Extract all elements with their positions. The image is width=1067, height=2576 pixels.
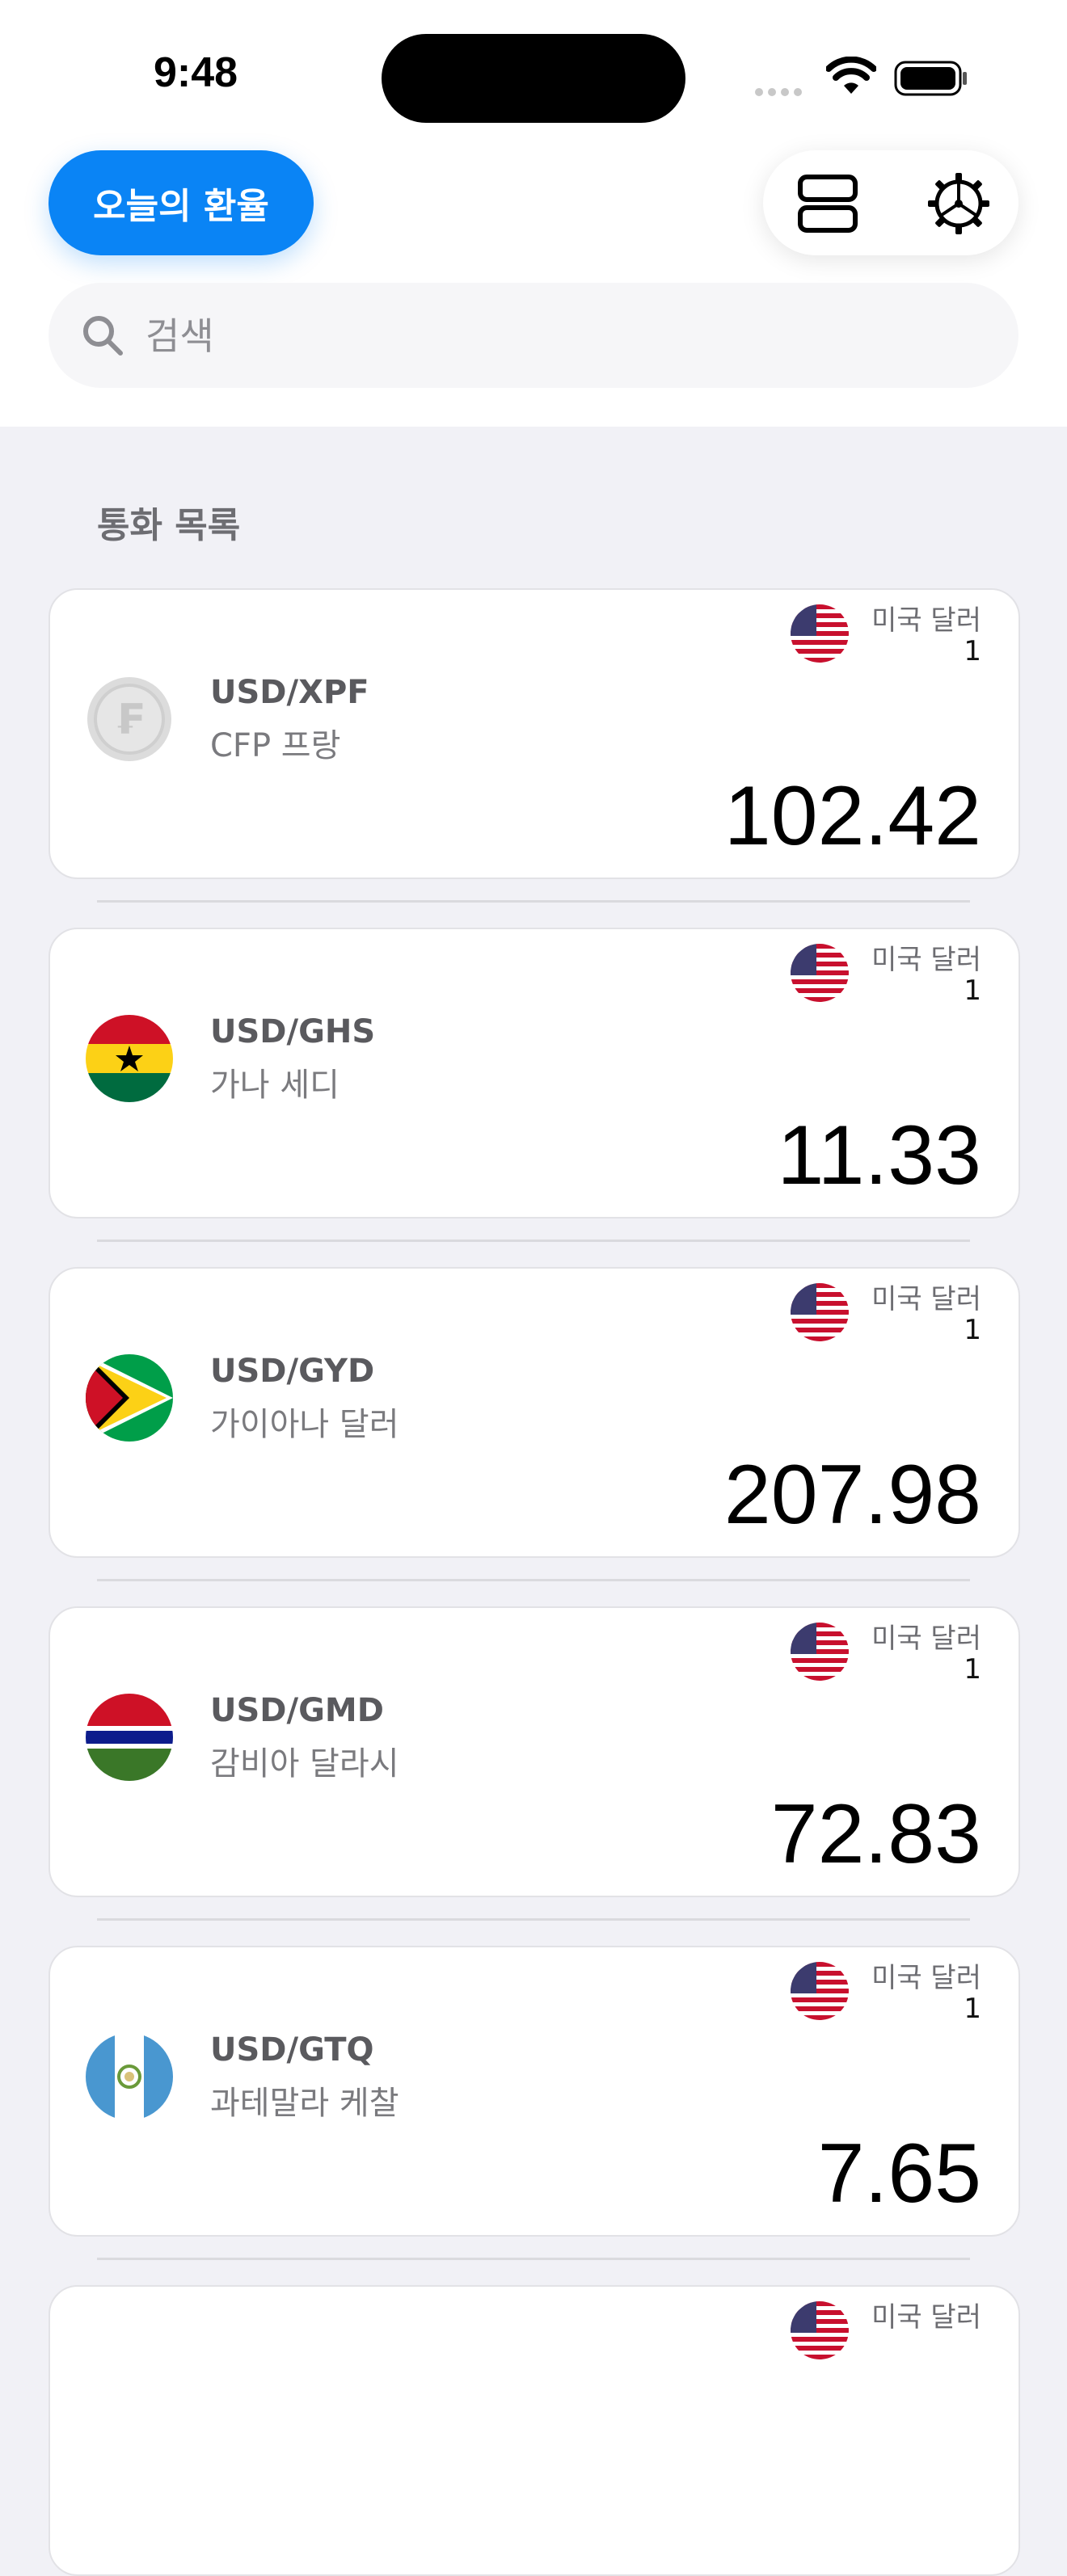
base-currency-name: 미국 달러 [871,1623,981,1655]
rate-card[interactable]: USD/GTQ 과테말라 케찰 미국 달러 1 7.65 [48,1946,1020,2237]
xpf-coin-icon: ₣ [86,676,173,763]
us-flag-icon [791,2301,849,2359]
us-flag-icon [791,1962,849,2020]
currency-name: 과테말라 케찰 [210,2085,399,2122]
base-currency-name: 미국 달러 [871,1283,981,1315]
currency-name: CFP 프랑 [210,727,341,764]
svg-text:₣: ₣ [115,696,144,744]
base-amount: 1 [964,635,981,667]
currency-pair: USD/GHS [210,1013,376,1050]
currency-pair: USD/GYD [210,1353,375,1390]
rate-card[interactable]: USD/GYD 가이아나 달러 미국 달러 1 207.98 [48,1267,1020,1558]
status-indicators [755,57,973,102]
currency-name: 감비아 달라시 [210,1745,399,1783]
header: 9:48 오늘의 환율 [0,0,1067,427]
divider [97,2258,970,2260]
us-flag-icon [791,1623,849,1681]
dynamic-island [382,34,685,123]
rate-card[interactable]: ₣ USD/XPF CFP 프랑 미국 달러 1 102.42 [48,588,1020,879]
base-amount: 1 [964,974,981,1007]
guatemala-flag-icon [86,2033,173,2120]
rate-card[interactable]: 미국 달러 [48,2285,1020,2576]
currency-name: 가이아나 달러 [210,1406,399,1443]
stack-layout-icon[interactable] [795,173,860,234]
rate-card[interactable]: USD/GMD 감비아 달라시 미국 달러 1 72.83 [48,1606,1020,1897]
battery-icon [894,61,967,96]
currency-pair: USD/GTQ [210,2031,374,2069]
guyana-flag-icon [86,1354,173,1442]
search-input[interactable] [144,283,988,389]
search-bar[interactable] [48,283,1018,389]
base-amount: 1 [964,1993,981,2025]
today-rates-button[interactable]: 오늘의 환율 [48,150,314,255]
base-amount: 1 [964,1314,981,1346]
rate-card[interactable]: USD/GHS 가나 세디 미국 달러 1 11.33 [48,928,1020,1219]
divider [97,1579,970,1581]
us-flag-icon [791,604,849,663]
wifi-icon [826,57,876,94]
exchange-rate: 72.83 [770,1787,981,1881]
gear-icon[interactable] [926,171,991,236]
base-currency-name: 미국 달러 [871,2301,981,2334]
us-flag-icon [791,944,849,1002]
exchange-rate: 207.98 [723,1448,981,1542]
section-title: 통화 목록 [97,505,241,546]
exchange-rate: 7.65 [817,2127,981,2220]
gambia-flag-icon [86,1694,173,1781]
exchange-rate: 11.33 [777,1109,981,1202]
divider [97,1918,970,1921]
cellular-signal-icon [755,84,807,99]
search-icon [83,316,123,356]
base-amount: 1 [964,1653,981,1686]
base-currency-name: 미국 달러 [871,944,981,976]
us-flag-icon [791,1283,849,1341]
exchange-rate: 102.42 [723,769,981,863]
ghana-flag-icon [86,1015,173,1102]
currency-name: 가나 세디 [210,1067,340,1104]
base-currency-name: 미국 달러 [871,1962,981,1994]
status-time: 9:48 [154,49,238,96]
toolbar [763,150,1018,255]
currency-pair: USD/GMD [210,1692,384,1729]
divider [97,900,970,903]
base-currency-name: 미국 달러 [871,604,981,637]
divider [97,1240,970,1242]
currency-pair: USD/XPF [210,674,369,711]
